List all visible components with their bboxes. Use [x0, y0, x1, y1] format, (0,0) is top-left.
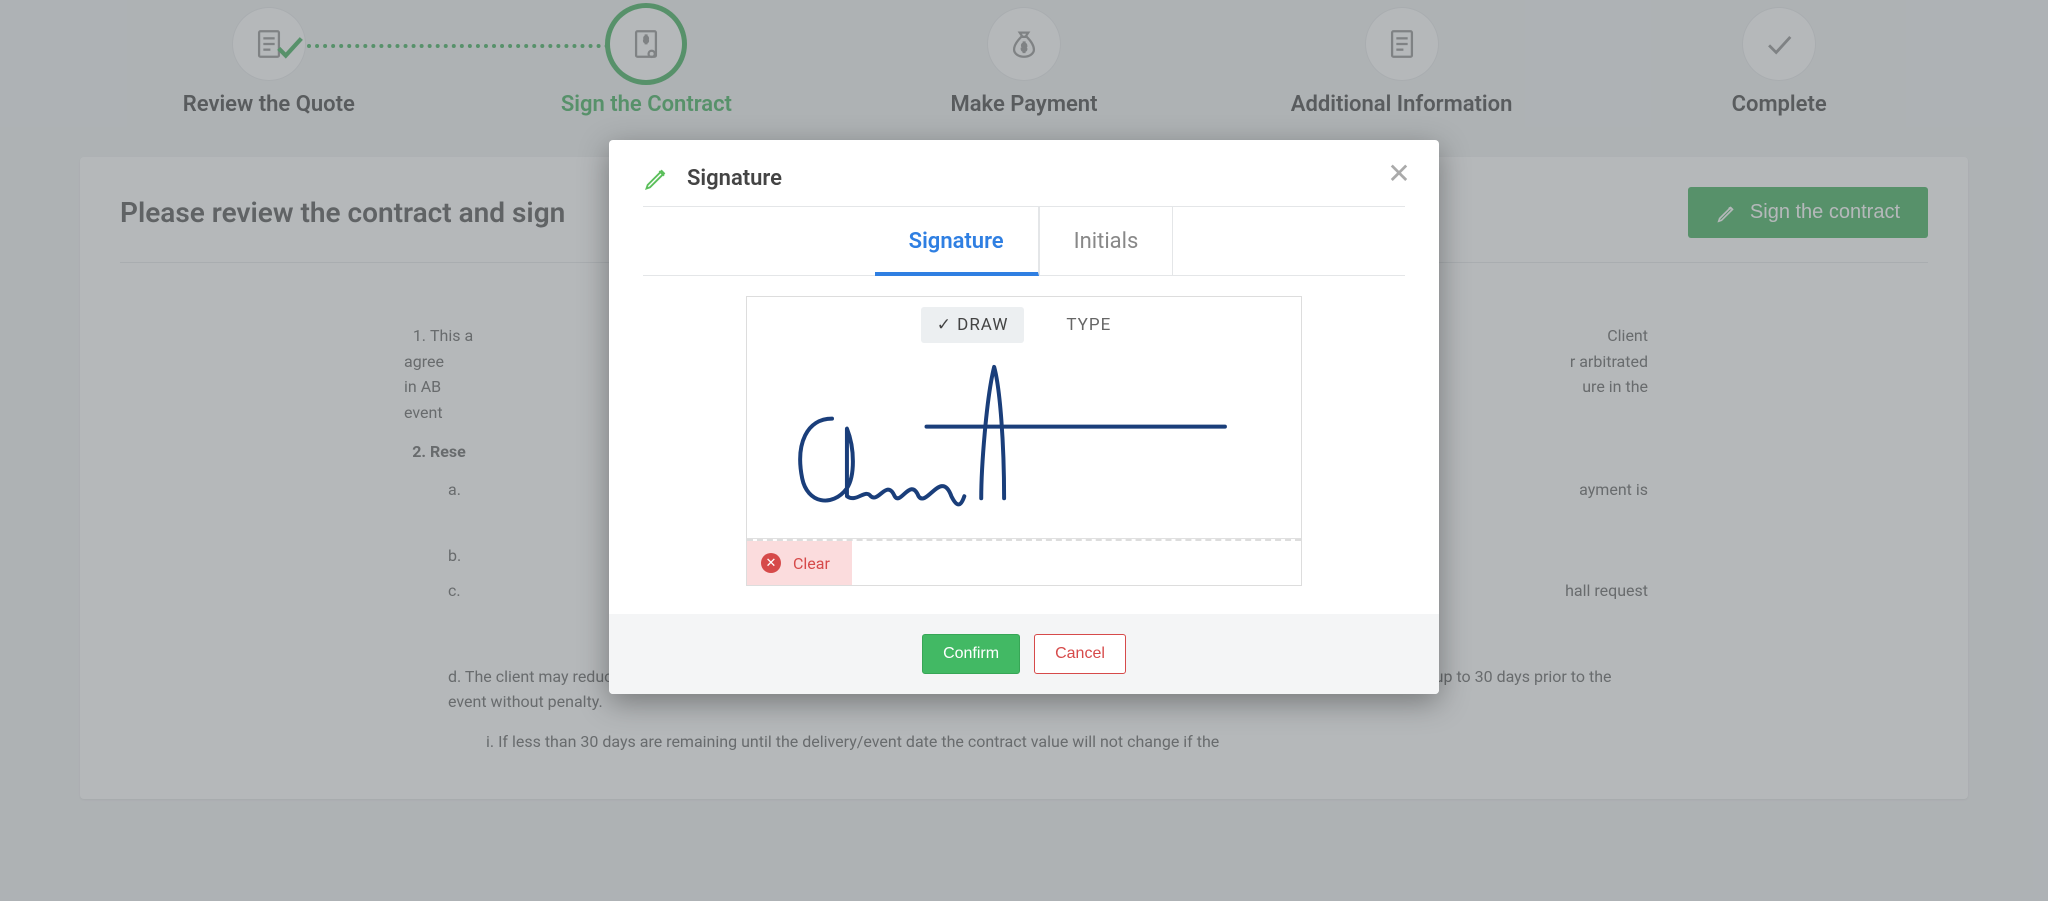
pen-icon	[643, 164, 671, 192]
signature-pad: ✓ DRAW TYPE ✕ Clear	[746, 296, 1302, 586]
confirm-button[interactable]: Confirm	[922, 634, 1020, 674]
close-circle-icon: ✕	[761, 553, 781, 573]
modal-tabs: Signature Initials	[643, 207, 1405, 276]
clear-signature-button[interactable]: ✕ Clear	[747, 541, 852, 585]
signature-drawing	[747, 349, 1301, 538]
modal-header: Signature	[609, 140, 1439, 206]
modal-title: Signature	[687, 166, 782, 191]
pad-footer: ✕ Clear	[747, 539, 1301, 585]
tab-initials[interactable]: Initials	[1039, 207, 1174, 275]
mode-draw-button[interactable]: ✓ DRAW	[921, 307, 1025, 343]
signature-canvas[interactable]	[747, 349, 1301, 539]
clear-label: Clear	[793, 554, 830, 573]
signature-modal: ✕ Signature Signature Initials ✓ DRAW TY…	[609, 140, 1439, 694]
input-mode-toggle: ✓ DRAW TYPE	[747, 297, 1301, 349]
close-icon[interactable]: ✕	[1385, 160, 1413, 188]
cancel-button[interactable]: Cancel	[1034, 634, 1126, 674]
tab-signature[interactable]: Signature	[875, 207, 1039, 276]
mode-type-button[interactable]: TYPE	[1050, 307, 1127, 343]
modal-actions: Confirm Cancel	[609, 614, 1439, 694]
modal-overlay[interactable]: ✕ Signature Signature Initials ✓ DRAW TY…	[0, 0, 2048, 901]
